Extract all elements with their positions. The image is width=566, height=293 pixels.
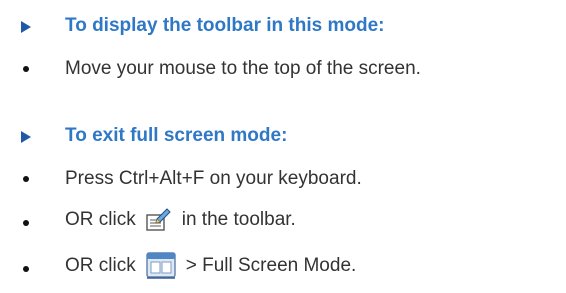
list-item-text: > Full Screen Mode. bbox=[185, 255, 357, 276]
list-item-text: in the toolbar. bbox=[181, 209, 296, 230]
heading-text: To display the toolbar in this mode: bbox=[65, 15, 385, 36]
list-item-content: OR click in the toolbar. bbox=[65, 208, 296, 232]
list-item-text: OR click bbox=[65, 209, 136, 230]
list-item: OR click in the toolbar. bbox=[0, 206, 566, 240]
list-item-text: Press Ctrl+Alt+F on your keyboard. bbox=[65, 168, 362, 189]
list-item-text: Move your mouse to the top of the screen… bbox=[65, 58, 421, 79]
screen-menu-icon[interactable] bbox=[146, 252, 176, 280]
bullet-icon bbox=[23, 266, 29, 272]
list-item-text: OR click bbox=[65, 255, 136, 276]
bullet-icon bbox=[23, 220, 29, 226]
expand-arrow-icon bbox=[21, 21, 31, 33]
list-item: OR click > Full Screen Mode. bbox=[0, 252, 566, 286]
bullet-icon bbox=[23, 176, 29, 182]
section-heading-exit-full-screen: To exit full screen mode: bbox=[0, 120, 566, 154]
list-item: Move your mouse to the top of the screen… bbox=[0, 52, 566, 86]
expand-arrow-icon bbox=[21, 131, 31, 143]
heading-text: To exit full screen mode: bbox=[65, 125, 288, 146]
help-page: To display the toolbar in this mode: Mov… bbox=[0, 0, 566, 293]
edit-document-icon[interactable] bbox=[146, 208, 172, 232]
section-heading-display-toolbar: To display the toolbar in this mode: bbox=[0, 10, 566, 44]
bullet-icon bbox=[23, 66, 29, 72]
list-item: Press Ctrl+Alt+F on your keyboard. bbox=[0, 162, 566, 196]
list-item-content: OR click > Full Screen Mode. bbox=[65, 252, 356, 280]
